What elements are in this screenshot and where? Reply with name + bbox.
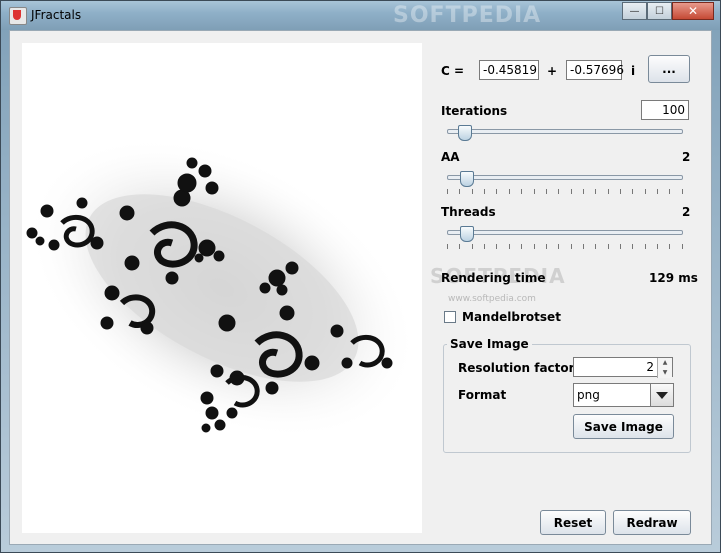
threads-slider-ticks (447, 244, 683, 249)
slider-tick (607, 189, 609, 194)
resolution-factor-value: 2 (646, 360, 654, 374)
aa-slider[interactable] (447, 171, 683, 194)
slider-tick (533, 244, 535, 249)
c-label: C = (441, 64, 465, 78)
i-label: i (631, 64, 636, 78)
minimize-button[interactable]: — (622, 2, 647, 20)
aa-slider-ticks (447, 189, 683, 194)
slider-tick (632, 244, 634, 249)
slider-tick (545, 189, 547, 194)
slider-tick (484, 189, 486, 194)
redraw-button[interactable]: Redraw (613, 510, 691, 535)
slider-tick (620, 244, 622, 249)
slider-tick (459, 189, 461, 194)
maximize-button[interactable]: ☐ (647, 2, 672, 20)
slider-tick (582, 189, 584, 194)
slider-tick (595, 244, 597, 249)
rendering-time-label: Rendering time (441, 271, 546, 285)
window-title: JFractals (31, 8, 82, 22)
aa-label: AA (441, 150, 460, 164)
slider-tick (582, 244, 584, 249)
slider-tick (558, 189, 560, 194)
iterations-slider[interactable] (447, 125, 683, 141)
iterations-slider-thumb[interactable] (458, 125, 472, 141)
chevron-down-icon[interactable] (650, 384, 673, 406)
iterations-slider-track (447, 129, 683, 134)
slider-tick (521, 189, 523, 194)
slider-tick (657, 189, 659, 194)
slider-tick (533, 189, 535, 194)
aa-slider-thumb[interactable] (460, 171, 474, 187)
slider-tick (620, 189, 622, 194)
slider-tick (447, 244, 448, 249)
resolution-factor-spinner[interactable]: 2 ▲ ▼ (573, 357, 673, 378)
slider-tick (496, 244, 498, 249)
spinner-up-icon[interactable]: ▲ (658, 358, 672, 368)
mandelbrot-checkbox[interactable] (444, 311, 456, 323)
threads-slider-thumb[interactable] (460, 226, 474, 242)
format-select[interactable]: png (573, 383, 674, 407)
mandelbrot-label: Mandelbrotset (462, 310, 561, 324)
slider-tick (471, 244, 473, 249)
slider-tick (681, 189, 683, 194)
slider-tick (570, 244, 572, 249)
slider-tick (558, 244, 560, 249)
main-panel: C = -0.45819 + -0.57696 i ... Iterations… (9, 30, 712, 545)
save-image-button[interactable]: Save Image (573, 414, 674, 439)
title-watermark: SOFTPEDIA (393, 3, 542, 28)
java-app-icon (9, 7, 27, 25)
slider-tick (644, 189, 646, 194)
format-selected-value: png (577, 388, 600, 402)
aa-value: 2 (682, 150, 691, 164)
browse-button[interactable]: ... (648, 55, 690, 83)
c-real-input[interactable]: -0.45819 (479, 60, 539, 80)
threads-slider-track (447, 230, 683, 235)
format-label: Format (458, 388, 507, 402)
slider-tick (570, 189, 572, 194)
app-window: JFractals SOFTPEDIA — ☐ ✕ C = -0.45819 +… (0, 0, 721, 553)
slider-tick (595, 189, 597, 194)
slider-tick (669, 189, 671, 194)
spinner-arrows[interactable]: ▲ ▼ (657, 358, 672, 378)
slider-tick (669, 244, 671, 249)
plus-label: + (547, 64, 558, 78)
iterations-input[interactable]: 100 (641, 100, 689, 120)
c-imag-input[interactable]: -0.57696 (566, 60, 624, 80)
close-button[interactable]: ✕ (672, 2, 714, 20)
rendering-time-value: 129 ms (649, 271, 698, 285)
iterations-label: Iterations (441, 104, 508, 118)
spinner-down-icon[interactable]: ▼ (658, 368, 672, 378)
reset-button[interactable]: Reset (540, 510, 606, 535)
threads-label: Threads (441, 205, 496, 219)
slider-tick (496, 189, 498, 194)
slider-tick (632, 189, 634, 194)
watermark-url: www.softpedia.com (448, 294, 536, 304)
fractal-canvas[interactable] (22, 43, 422, 533)
title-bar[interactable]: JFractals SOFTPEDIA — ☐ ✕ (1, 1, 720, 30)
aa-slider-track (447, 175, 683, 180)
slider-tick (521, 244, 523, 249)
slider-tick (508, 244, 510, 249)
slider-tick (484, 244, 486, 249)
slider-tick (447, 189, 448, 194)
slider-tick (459, 244, 461, 249)
slider-tick (681, 244, 683, 249)
slider-tick (607, 244, 609, 249)
slider-tick (644, 244, 646, 249)
slider-tick (545, 244, 547, 249)
slider-tick (657, 244, 659, 249)
slider-tick (471, 189, 473, 194)
threads-value: 2 (682, 205, 691, 219)
threads-slider[interactable] (447, 226, 683, 249)
resolution-factor-label: Resolution factor (458, 361, 575, 375)
slider-tick (508, 189, 510, 194)
save-image-title: Save Image (447, 337, 532, 351)
julia-set-image (26, 136, 418, 440)
